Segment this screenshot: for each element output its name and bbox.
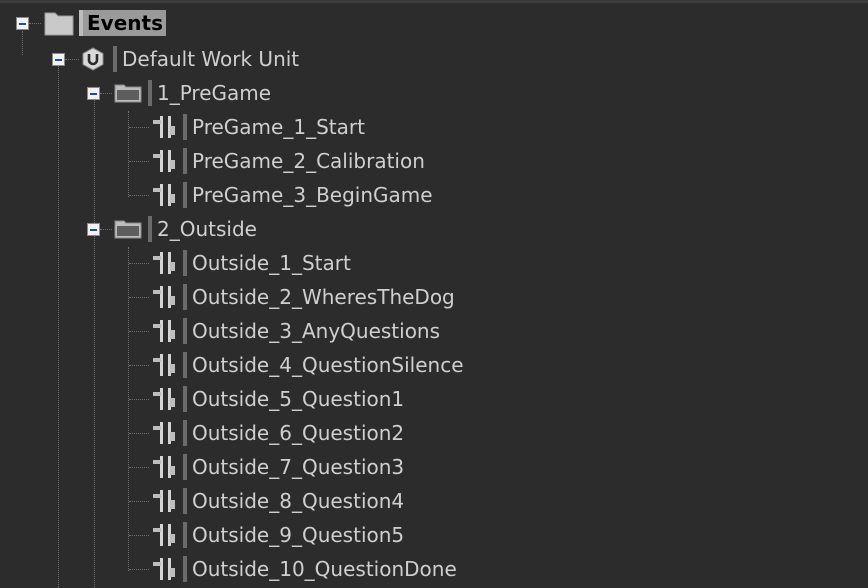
tree-node-label: Outside_5_Question1	[183, 386, 408, 412]
tree-node-event[interactable]: Outside_5_Question1	[0, 382, 868, 416]
tree-node-label: Default Work Unit	[113, 46, 303, 72]
folder-icon	[44, 12, 74, 36]
tree-connector	[129, 433, 149, 434]
event-icon	[153, 456, 175, 478]
tree-connector	[129, 365, 149, 366]
tree-node-event[interactable]: PreGame_3_BeginGame	[0, 178, 868, 212]
tree-connector	[129, 161, 149, 162]
tree-node-label: Outside_7_Question3	[183, 454, 408, 480]
event-icon	[153, 286, 175, 308]
collapse-toggle[interactable]	[87, 223, 100, 236]
event-icon	[153, 150, 175, 172]
event-icon	[153, 320, 175, 342]
tree-node-event[interactable]: Outside_1_Start	[0, 246, 868, 280]
collapse-toggle[interactable]	[87, 87, 100, 100]
event-icon	[153, 184, 175, 206]
tree-node-event[interactable]: Outside_10_QuestionDone	[0, 552, 868, 586]
tree-connector	[129, 399, 149, 400]
tree-node-event[interactable]: Outside_9_Question5	[0, 518, 868, 552]
tree-connector	[129, 263, 149, 264]
event-icon	[153, 422, 175, 444]
tree-connector	[129, 467, 149, 468]
tree-node-label: Outside_1_Start	[183, 250, 355, 276]
tree-node-event[interactable]: Outside_8_Question4	[0, 484, 868, 518]
tree-node-label: PreGame_2_Calibration	[183, 148, 429, 174]
tree-node-label: Outside_6_Question2	[183, 420, 408, 446]
tree-connector	[129, 195, 149, 196]
folder-icon	[114, 220, 142, 239]
collapse-toggle[interactable]	[52, 53, 65, 66]
tree-node-label: 2_Outside	[148, 216, 261, 242]
tree-connector	[129, 569, 149, 570]
tree-node-event[interactable]: Outside_2_WheresTheDog	[0, 280, 868, 314]
tree-connector	[129, 501, 149, 502]
work-unit-icon	[82, 47, 104, 71]
tree-node-event[interactable]: Outside_3_AnyQuestions	[0, 314, 868, 348]
event-icon	[153, 558, 175, 580]
tree-node-default-work-unit[interactable]: Default Work Unit	[0, 42, 868, 76]
tree-connector	[129, 535, 149, 536]
collapse-toggle[interactable]	[16, 17, 29, 30]
tree-connector	[29, 23, 41, 24]
tree-connector	[65, 59, 79, 60]
events-tree-view[interactable]: Events Default Work Unit 1_PreGame PreGa…	[0, 0, 868, 588]
tree-node-label: 1_PreGame	[148, 80, 275, 106]
tree-node-label: Outside_3_AnyQuestions	[183, 318, 444, 344]
tree-node-event[interactable]: PreGame_2_Calibration	[0, 144, 868, 178]
tree-connector	[100, 229, 112, 230]
tree-node-folder-pregame[interactable]: 1_PreGame	[0, 76, 868, 110]
tree-connector	[129, 127, 149, 128]
folder-icon	[114, 84, 142, 103]
tree-connector	[100, 93, 112, 94]
tree-node-label: Events	[79, 10, 166, 36]
tree-node-event[interactable]: Outside_7_Question3	[0, 450, 868, 484]
tree-node-label: Outside_2_WheresTheDog	[183, 284, 459, 310]
tree-node-label: PreGame_3_BeginGame	[183, 182, 437, 208]
event-icon	[153, 388, 175, 410]
tree-node-label: Outside_4_QuestionSilence	[183, 352, 468, 378]
tree-node-label: Outside_8_Question4	[183, 488, 408, 514]
tree-node-event[interactable]: Outside_4_QuestionSilence	[0, 348, 868, 382]
tree-connector	[129, 297, 149, 298]
tree-node-events[interactable]: Events	[0, 6, 868, 40]
tree-node-label: Outside_9_Question5	[183, 522, 408, 548]
tree-connector	[129, 331, 149, 332]
tree-node-label: PreGame_1_Start	[183, 114, 369, 140]
tree-node-event[interactable]: PreGame_1_Start	[0, 110, 868, 144]
event-icon	[153, 490, 175, 512]
event-icon	[153, 252, 175, 274]
event-icon	[153, 524, 175, 546]
tree-node-event[interactable]: Outside_6_Question2	[0, 416, 868, 450]
tree-node-label: Outside_10_QuestionDone	[183, 556, 461, 582]
event-icon	[153, 116, 175, 138]
event-icon	[153, 354, 175, 376]
tree-node-folder-outside[interactable]: 2_Outside	[0, 212, 868, 246]
